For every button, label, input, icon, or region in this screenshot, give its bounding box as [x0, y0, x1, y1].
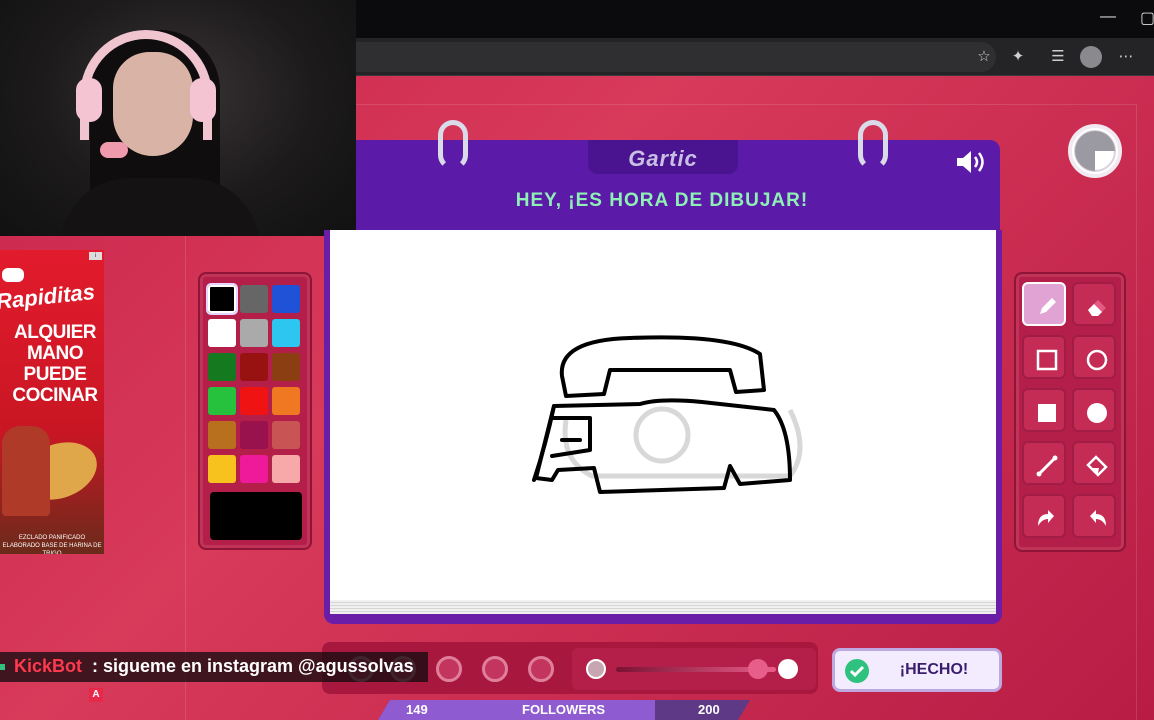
- more-menu-icon[interactable]: ⋯: [1116, 47, 1136, 67]
- drawing-strokes: [532, 335, 803, 494]
- chat-username: KickBot: [14, 656, 83, 676]
- maximize-icon[interactable]: ▢: [1140, 8, 1154, 28]
- done-button[interactable]: ¡HECHO!: [832, 648, 1002, 692]
- extensions-icon[interactable]: ✦: [1008, 47, 1028, 67]
- rectangle-fill-icon: [1038, 404, 1056, 422]
- binder-ring-right: [858, 120, 888, 170]
- chat-indicator-icon: [0, 664, 5, 670]
- fill-bucket-tool[interactable]: [1072, 441, 1116, 485]
- pencil-tool[interactable]: [1022, 282, 1066, 326]
- opacity-slider-handle[interactable]: [748, 659, 768, 679]
- ad-brand: Rapiditas: [0, 278, 97, 315]
- followers-label: FOLLOWERS: [522, 702, 606, 717]
- page-title: HEY, ¡ES HORA DE DIBUJAR!: [515, 190, 809, 211]
- circle-outline-tool[interactable]: [1072, 335, 1116, 379]
- rectangle-fill-tool[interactable]: [1022, 388, 1066, 432]
- followers-goal-bar: 149 FOLLOWERS 200: [378, 700, 750, 720]
- chat-badge: A: [89, 688, 103, 702]
- color-swatch[interactable]: [240, 353, 268, 381]
- address-bar[interactable]: [356, 42, 996, 72]
- followers-current: 149: [406, 702, 428, 717]
- opacity-max-icon: [778, 659, 798, 679]
- current-color-preview: [210, 492, 302, 540]
- brush-size-3[interactable]: [436, 656, 462, 682]
- chat-message: KickBot : sigueme en instagram @agussolv…: [0, 652, 428, 682]
- minimize-icon[interactable]: —: [1100, 8, 1116, 26]
- frame-divider: [185, 236, 186, 720]
- ad-info-icon[interactable]: i: [89, 252, 102, 260]
- redo-icon: [1090, 510, 1106, 526]
- paper-edge: [330, 600, 996, 614]
- color-swatch[interactable]: [208, 319, 236, 347]
- color-swatch[interactable]: [240, 387, 268, 415]
- advertisement[interactable]: i Rapiditas ALQUIER MANO PUEDE COCINAR E…: [0, 250, 104, 554]
- binder-ring-left: [438, 120, 468, 170]
- check-icon: [845, 659, 869, 683]
- done-button-label: ¡HECHO!: [899, 661, 969, 678]
- rectangle-outline-icon: [1036, 349, 1058, 371]
- ad-headline: ALQUIER MANO PUEDE COCINAR: [12, 322, 98, 406]
- color-swatch[interactable]: [208, 455, 236, 483]
- webcam-overlay: [0, 0, 356, 236]
- color-swatch[interactable]: [272, 285, 300, 313]
- circle-fill-icon: [1087, 403, 1107, 423]
- circle-outline-icon: [1086, 349, 1108, 371]
- speaker-icon[interactable]: [954, 148, 988, 176]
- ad-logo-icon: [2, 268, 24, 282]
- circle-fill-tool[interactable]: [1072, 388, 1116, 432]
- favorite-star-icon[interactable]: ☆: [974, 47, 994, 67]
- undo-icon: [1038, 510, 1054, 526]
- browser-toolbar: ☆ ✦ ☰ ⋯: [356, 38, 1154, 76]
- frame-divider: [356, 104, 1136, 105]
- color-swatch[interactable]: [240, 319, 268, 347]
- line-tool[interactable]: [1022, 441, 1066, 485]
- fill-bucket-icon: [1086, 455, 1108, 477]
- color-swatch[interactable]: [272, 455, 300, 483]
- color-swatch[interactable]: [240, 285, 268, 313]
- timer-icon: [1068, 124, 1122, 178]
- headset-ear-left: [76, 78, 102, 122]
- color-swatch[interactable]: [240, 455, 268, 483]
- color-swatch[interactable]: [272, 353, 300, 381]
- brush-size-5[interactable]: [528, 656, 554, 682]
- favorites-icon[interactable]: ☰: [1048, 47, 1068, 67]
- drawing-canvas[interactable]: [330, 230, 996, 608]
- ad-chef-image: [2, 426, 50, 516]
- brush-size-4[interactable]: [482, 656, 508, 682]
- pencil-icon: [1040, 298, 1056, 314]
- chat-text: : sigueme en instagram @agussolvas: [92, 656, 414, 676]
- color-swatch[interactable]: [208, 387, 236, 415]
- color-swatch[interactable]: [272, 387, 300, 415]
- redo-tool[interactable]: [1072, 494, 1116, 538]
- game-logo: Gartic: [628, 146, 698, 171]
- color-swatch[interactable]: [240, 421, 268, 449]
- color-swatch[interactable]: [208, 353, 236, 381]
- eraser-tool[interactable]: [1072, 282, 1116, 326]
- eraser-icon: [1088, 300, 1106, 316]
- microphone-icon: [100, 142, 128, 158]
- frame-divider: [1136, 104, 1137, 720]
- logo-tab: Gartic: [588, 140, 738, 174]
- color-swatch[interactable]: [208, 285, 236, 313]
- profile-avatar-icon[interactable]: [1080, 46, 1102, 68]
- rectangle-outline-tool[interactable]: [1022, 335, 1066, 379]
- followers-goal: 200: [698, 702, 720, 717]
- headset-ear-right: [190, 78, 216, 122]
- ad-fineprint: EZCLADO PANIFICADO ELABORADO BASE DE HAR…: [2, 535, 102, 554]
- line-icon: [1036, 455, 1058, 477]
- color-swatch[interactable]: [272, 319, 300, 347]
- color-swatch[interactable]: [272, 421, 300, 449]
- opacity-min-icon: [586, 659, 606, 679]
- color-swatch[interactable]: [208, 421, 236, 449]
- undo-tool[interactable]: [1022, 494, 1066, 538]
